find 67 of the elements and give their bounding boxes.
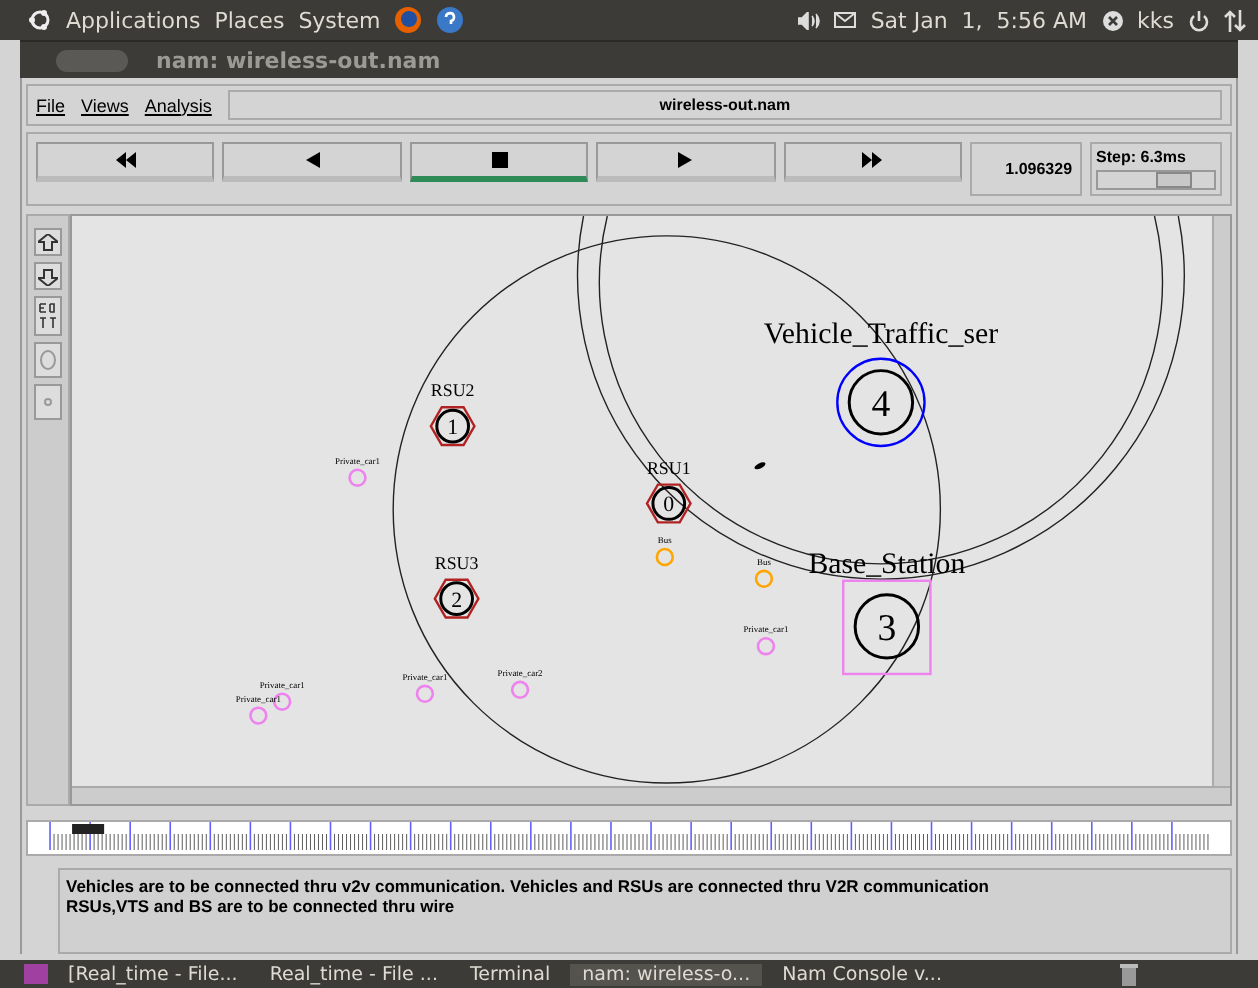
node-tool-button[interactable] bbox=[34, 342, 62, 378]
menu-item[interactable]: File bbox=[36, 95, 66, 115]
window-title: nam: wireless-out.nam bbox=[156, 47, 441, 73]
taskbar-item[interactable]: nam: wireless-o... bbox=[570, 963, 763, 985]
rsu-node[interactable] bbox=[645, 483, 692, 524]
vehicle-node[interactable] bbox=[754, 569, 774, 588]
annotation-text: Vehicles are to be connected thru v2v communication. Vehicles and RSUs are connected thru V2R communication bbox=[66, 876, 991, 897]
slider-thumb[interactable] bbox=[1155, 172, 1192, 188]
step-label: Step: 6.3ms bbox=[1096, 148, 1188, 166]
help-icon[interactable] bbox=[436, 6, 465, 34]
playback-button[interactable] bbox=[783, 142, 963, 182]
stop-icon bbox=[491, 152, 508, 168]
node-label: RSU3 bbox=[434, 552, 479, 573]
rewind-icon bbox=[115, 152, 136, 168]
annotation-text: RSUs,VTS and BS are to be connected thru wire bbox=[66, 896, 457, 917]
trash-icon[interactable] bbox=[1120, 963, 1138, 985]
play-icon bbox=[678, 152, 693, 168]
rsu-node[interactable] bbox=[429, 406, 476, 447]
edit-button[interactable] bbox=[34, 296, 62, 336]
speaker-icon[interactable] bbox=[798, 11, 821, 29]
clock[interactable]: Sat Jan 1, 5:56 AM bbox=[870, 7, 1088, 33]
vehicle-node[interactable] bbox=[510, 680, 530, 700]
status-icon[interactable] bbox=[1101, 9, 1124, 31]
zoom-in-icon bbox=[38, 233, 58, 251]
node-label: RSU2 bbox=[430, 380, 475, 401]
network-arrows-icon[interactable] bbox=[1224, 9, 1246, 31]
step-slider[interactable] bbox=[1096, 170, 1217, 190]
vehicle-node[interactable] bbox=[415, 684, 435, 703]
oval-icon bbox=[40, 350, 56, 370]
node-number: 2 bbox=[451, 588, 463, 613]
station-node[interactable] bbox=[842, 579, 932, 676]
step-back-icon bbox=[305, 152, 320, 168]
node-number: 3 bbox=[877, 608, 897, 651]
rsu-node[interactable] bbox=[433, 578, 480, 619]
packet-mark bbox=[754, 462, 766, 470]
panel-menu[interactable]: Applications bbox=[66, 7, 201, 33]
playback-button[interactable] bbox=[36, 142, 215, 182]
zoom-in-button[interactable] bbox=[34, 228, 62, 256]
file-name-bar: wireless-out.nam bbox=[227, 90, 1222, 120]
menu-item[interactable]: Views bbox=[81, 95, 129, 115]
edit-icon bbox=[38, 302, 58, 330]
vehicle-node[interactable] bbox=[348, 468, 367, 487]
fast-forward-icon bbox=[862, 152, 883, 168]
power-icon[interactable] bbox=[1188, 9, 1210, 31]
zoom-out-icon bbox=[38, 267, 58, 285]
vehicle-node[interactable] bbox=[249, 706, 268, 725]
dot-icon bbox=[44, 398, 52, 406]
ubuntu-logo-icon[interactable] bbox=[28, 8, 52, 32]
mail-icon[interactable] bbox=[834, 12, 857, 28]
server-node[interactable] bbox=[836, 357, 926, 448]
time-display: 1.096329 bbox=[970, 142, 1083, 196]
panel-menu[interactable]: System bbox=[298, 7, 381, 33]
node-number: 0 bbox=[663, 493, 675, 518]
playback-button[interactable] bbox=[409, 142, 589, 182]
menu-item[interactable]: Analysis bbox=[144, 95, 212, 115]
panel-menu[interactable]: Places bbox=[214, 7, 285, 33]
vehicle-node[interactable] bbox=[756, 637, 776, 656]
vehicle-node[interactable] bbox=[655, 547, 674, 567]
horizontal-scrollbar[interactable] bbox=[72, 786, 1230, 805]
zoom-out-button[interactable] bbox=[34, 262, 62, 290]
browser-icon[interactable] bbox=[394, 6, 423, 34]
timeline[interactable] bbox=[26, 820, 1232, 857]
node-number: 4 bbox=[871, 384, 891, 427]
timeline-marker-icon[interactable] bbox=[72, 824, 105, 835]
node-number: 1 bbox=[447, 416, 459, 441]
user-name[interactable]: kks bbox=[1137, 7, 1174, 33]
vertical-scrollbar[interactable] bbox=[1212, 216, 1230, 787]
